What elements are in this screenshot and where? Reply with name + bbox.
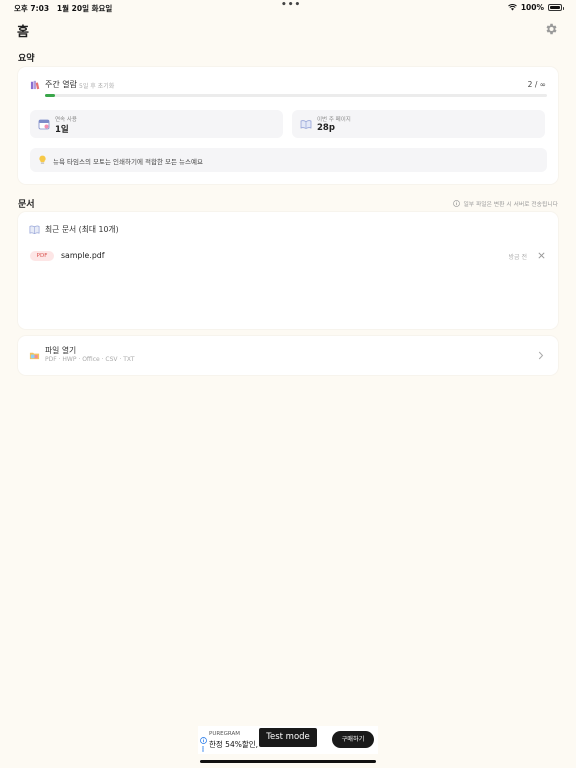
books-icon [30, 80, 40, 90]
weekly-pages-value: 28p [317, 123, 335, 133]
lightbulb-icon [39, 155, 46, 164]
calendar-icon [38, 119, 50, 130]
home-indicator[interactable] [200, 760, 376, 763]
chevron-right-icon [538, 351, 544, 360]
buy-button[interactable]: 구매하기 [332, 731, 374, 748]
tip-text: 뉴욕 타임스의 모토는 인쇄하기에 적합한 모든 뉴스예요 [53, 158, 203, 166]
weekly-pages-label: 이번 주 페이지 [317, 117, 351, 123]
more-options-icon[interactable] [202, 746, 204, 752]
streak-label: 연속 사용 [55, 117, 77, 123]
info-icon [453, 200, 461, 207]
ad-banner[interactable]: PUREGRAM 한정 54%할인, 단 Test mode 구매하기 [198, 726, 378, 754]
server-upload-note: 일부 파일은 변환 시 서버로 전송됩니다 [453, 199, 558, 208]
multitasking-dots[interactable]: ••• [281, 0, 301, 10]
page-title: 홈 [17, 25, 29, 40]
list-item[interactable]: PDF sample.pdf 방금 전 [30, 249, 547, 263]
supported-formats: PDF · HWP · Office · CSV · TXT [45, 356, 135, 363]
ad-brand: PUREGRAM [209, 731, 241, 737]
gear-icon[interactable] [544, 22, 558, 36]
close-icon[interactable] [537, 251, 546, 260]
weekly-reading-count: 2 / ∞ [527, 80, 546, 89]
info-icon[interactable] [200, 737, 207, 744]
open-file-button[interactable]: 파일 열기 PDF · HWP · Office · CSV · TXT [18, 336, 558, 375]
wifi-icon [507, 4, 517, 11]
streak-stat: 연속 사용 1일 [30, 110, 283, 138]
weekly-reading-title: 주간 열람 [45, 80, 77, 89]
streak-value: 1일 [55, 125, 69, 135]
recent-documents-title: 최근 문서 (최대 10개) [45, 225, 119, 234]
summary-section-label: 요약 [18, 54, 35, 64]
file-name: sample.pdf [61, 251, 105, 260]
open-file-title: 파일 열기 [45, 346, 77, 355]
summary-card: 주간 열람 5일 후 초기화 2 / ∞ 연속 사용 1일 이번 주 페이지 2… [18, 67, 558, 184]
tip-box: 뉴욕 타임스의 모토는 인쇄하기에 적합한 모든 뉴스예요 [30, 148, 547, 172]
notebook-icon [29, 225, 40, 234]
weekly-progress-fill [45, 94, 56, 97]
open-book-icon [300, 120, 312, 129]
documents-section-label: 문서 [18, 200, 35, 210]
clock-text: 오후 7:03 [14, 4, 50, 13]
status-time: 오후 7:03 1월 20일 화요일 [14, 3, 112, 14]
weekly-progress-bar [45, 94, 547, 97]
recent-documents-card: 최근 문서 (최대 10개) PDF sample.pdf 방금 전 [18, 212, 558, 329]
file-type-badge: PDF [30, 251, 54, 261]
server-upload-note-text: 일부 파일은 변환 시 서버로 전송됩니다 [463, 202, 558, 208]
test-mode-badge: Test mode [259, 728, 317, 747]
date-text: 1월 20일 화요일 [56, 4, 113, 13]
battery-percent: 100% [520, 3, 544, 12]
weekly-reading-reset-note: 5일 후 초기화 [79, 82, 115, 90]
folder-icon [29, 352, 40, 360]
ad-text: 한정 54%할인, 단 [209, 740, 259, 749]
status-bar: 오후 7:03 1월 20일 화요일 ••• 100% [0, 0, 576, 14]
status-right: 100% [507, 3, 564, 12]
battery-icon [548, 4, 564, 11]
file-opened-time: 방금 전 [508, 254, 527, 261]
weekly-pages-stat: 이번 주 페이지 28p [292, 110, 545, 138]
